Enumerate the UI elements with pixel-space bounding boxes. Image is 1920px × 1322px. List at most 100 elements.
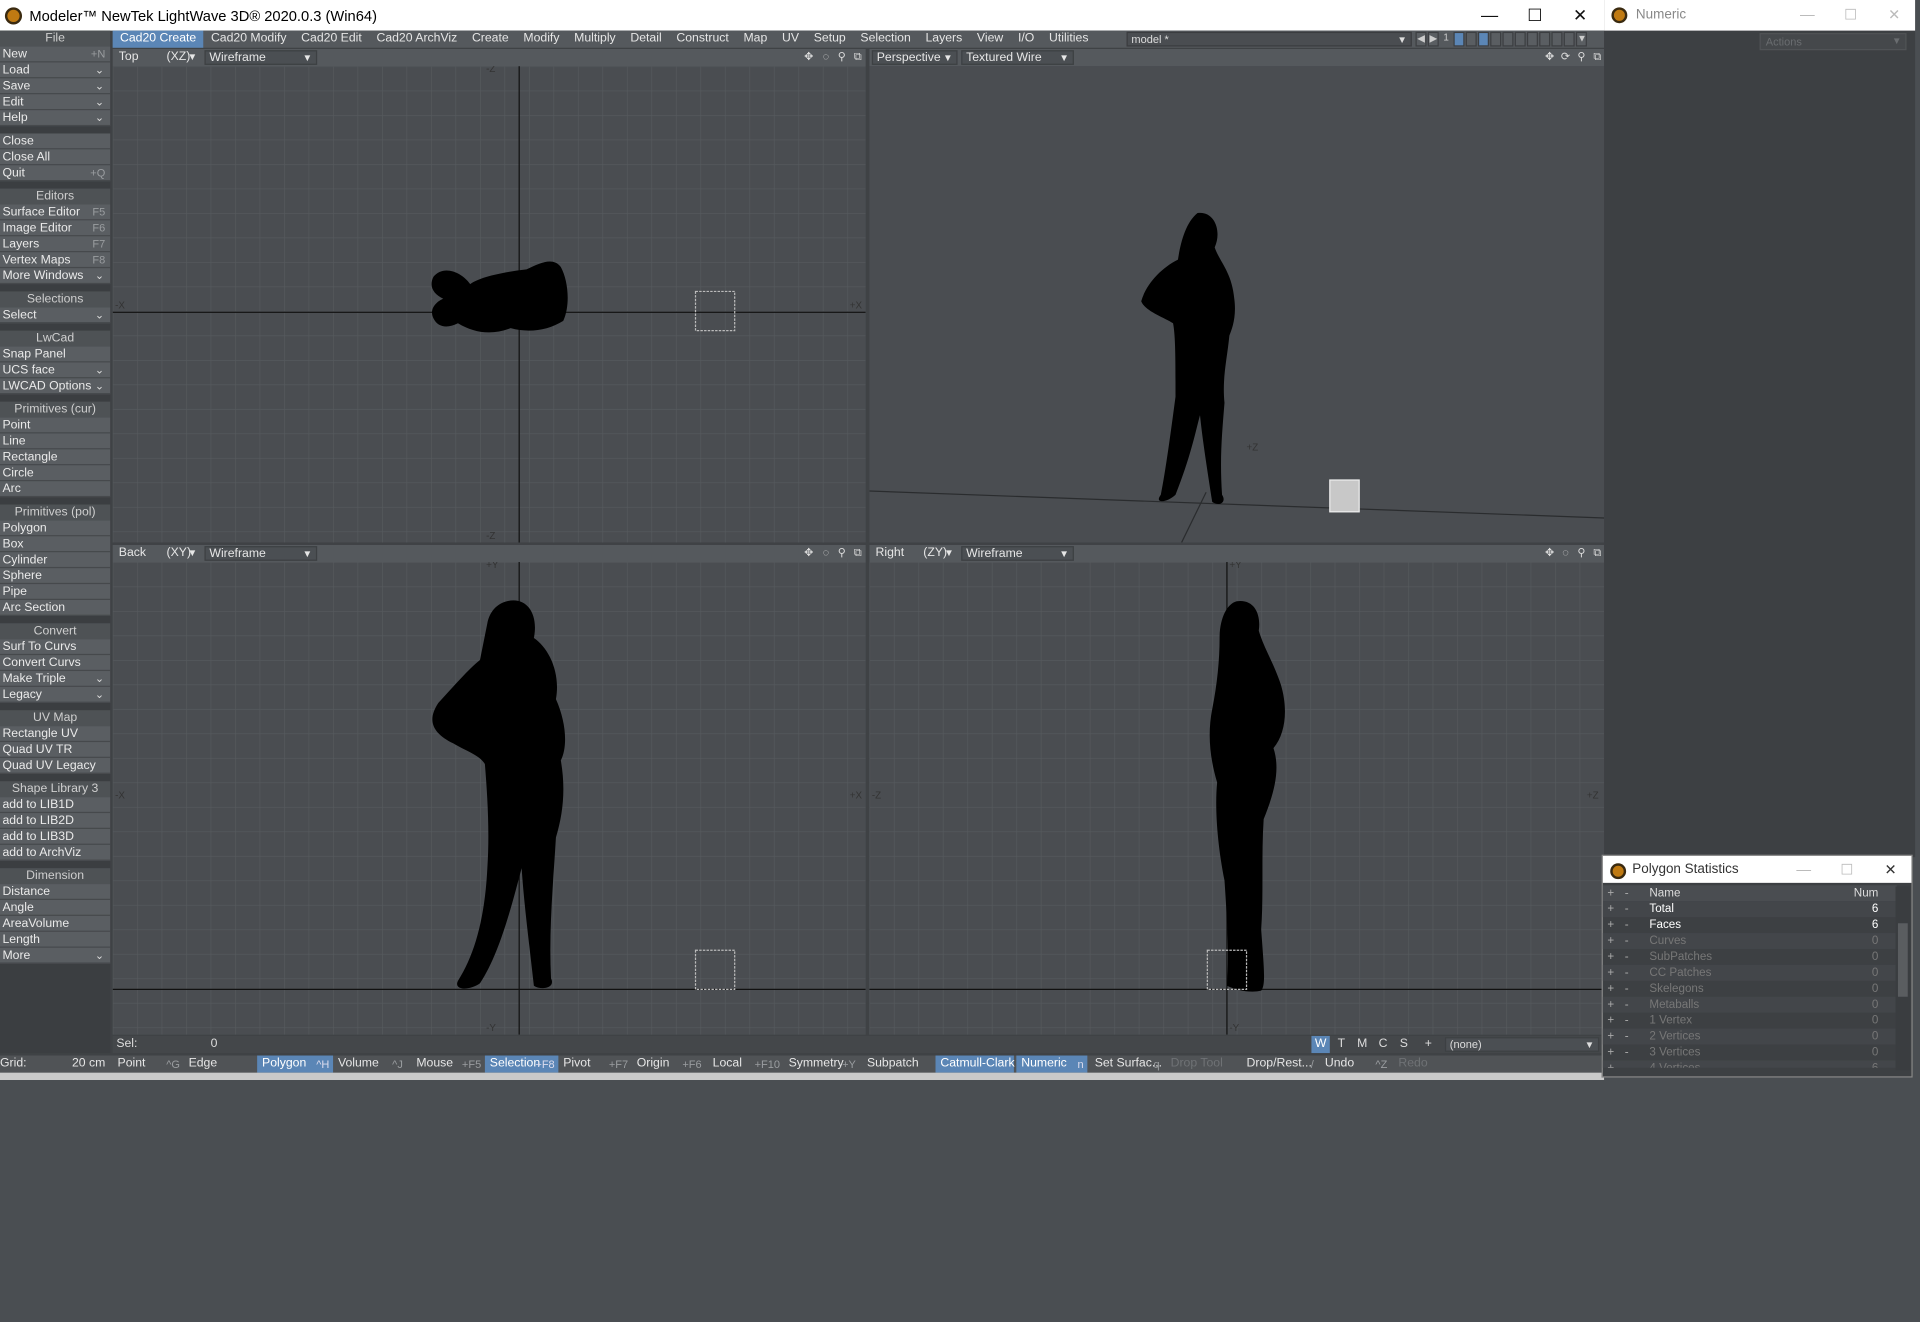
- cylinder-button[interactable]: Cylinder: [0, 552, 111, 569]
- point-mode-button[interactable]: Point ^G: [113, 1056, 184, 1073]
- tab-setup[interactable]: Setup: [806, 31, 853, 48]
- texture-toggle[interactable]: T: [1332, 1036, 1350, 1053]
- view-select[interactable]: Back (XY) ▼: [115, 546, 201, 561]
- tab-layers[interactable]: Layers: [918, 31, 969, 48]
- table-row[interactable]: + - Curves 0: [1602, 933, 1897, 949]
- lwcad-options-button[interactable]: LWCAD Options ⌄: [0, 378, 111, 395]
- layer-8-button[interactable]: [1539, 31, 1551, 47]
- move-view-icon[interactable]: ✥: [802, 546, 815, 559]
- add-lib2d-button[interactable]: add to LIB2D: [0, 813, 111, 829]
- layer-4-button[interactable]: [1490, 31, 1502, 47]
- minimize-button[interactable]: —: [1800, 0, 1815, 31]
- layer-5-button[interactable]: [1502, 31, 1514, 47]
- tab-io[interactable]: I/O: [1011, 31, 1042, 48]
- polygon-mode-button[interactable]: Polygon ^H: [257, 1055, 334, 1073]
- table-row[interactable]: + - Skelegons 0: [1603, 981, 1897, 997]
- maximize-button[interactable]: ☐: [1840, 856, 1853, 883]
- tab-cad20-edit[interactable]: Cad20 Edit: [294, 31, 369, 48]
- table-row[interactable]: + -1 Vertex 0: [1603, 1013, 1897, 1029]
- tab-cad20-create[interactable]: Cad20 Create: [112, 30, 204, 48]
- drop-tool-button[interactable]: Drop Tool: [1166, 1056, 1239, 1073]
- add-lib3d-button[interactable]: add to LIB3D: [0, 828, 111, 845]
- table-row[interactable]: +-4 Vertices6: [1602, 1060, 1897, 1068]
- selection-set-toggle[interactable]: S: [1395, 1036, 1413, 1053]
- zoom-icon[interactable]: ⚲: [1575, 546, 1588, 559]
- minus-icon[interactable]: -: [1619, 997, 1635, 1013]
- zoom-icon[interactable]: ⚲: [1575, 50, 1588, 63]
- color-toggle[interactable]: C: [1374, 1036, 1392, 1053]
- edge-mode-button[interactable]: Edge: [184, 1056, 255, 1073]
- minus-icon[interactable]: -: [1619, 1013, 1635, 1029]
- load-button[interactable]: Load ⌄: [0, 62, 111, 79]
- plus-icon[interactable]: +: [1603, 1013, 1619, 1029]
- minus-icon[interactable]: -: [1619, 965, 1635, 981]
- local-action-button[interactable]: Local +F10: [708, 1056, 784, 1073]
- vertex-maps-button[interactable]: Vertex Maps F8: [0, 252, 111, 269]
- surf-to-curvs-button[interactable]: Surf To Curvs: [0, 639, 111, 656]
- quad-uv-legacy-button[interactable]: Quad UV Legacy: [0, 757, 111, 774]
- minimize-button[interactable]: —: [1796, 856, 1811, 883]
- quad-uv-tr-button[interactable]: Quad UV TR: [0, 742, 111, 758]
- drop-restore-button[interactable]: Drop/Rest... /: [1242, 1056, 1318, 1073]
- table-row[interactable]: + - Total 6: [1602, 901, 1897, 918]
- rotate-view-icon[interactable]: ◌: [1559, 546, 1572, 559]
- minus-icon[interactable]: -: [1619, 901, 1635, 917]
- plus-icon[interactable]: +: [1603, 901, 1619, 917]
- viewport-perspective[interactable]: Perspective ▼ Textured Wire ▼ ✥ ⟳ ⚲ ⧉ +Z: [869, 48, 1605, 543]
- plus-icon[interactable]: +: [1603, 885, 1619, 901]
- more-button[interactable]: More ⌄: [0, 947, 111, 964]
- add-vmap-button[interactable]: +: [1419, 1036, 1437, 1053]
- plus-icon[interactable]: +: [1603, 949, 1619, 965]
- quit-button[interactable]: Quit +Q: [0, 165, 111, 182]
- more-windows-button[interactable]: More Windows ⌄: [0, 268, 111, 285]
- close-all-button[interactable]: Close All: [0, 149, 111, 166]
- convert-curvs-button[interactable]: Convert Curvs: [0, 655, 111, 672]
- table-row[interactable]: + -2 Vertices 0: [1602, 1028, 1897, 1045]
- layer-6-button[interactable]: [1514, 31, 1526, 47]
- tab-map[interactable]: Map: [736, 31, 775, 48]
- area-volume-button[interactable]: AreaVolume: [0, 915, 111, 932]
- scrollbar-thumb[interactable]: [1897, 923, 1908, 997]
- viewport-back[interactable]: Back (XY) ▼ Wireframe ▼ ✥ ◌ ⚲ ⧉ +Y -X +X -Y: [112, 544, 866, 1035]
- tab-selection[interactable]: Selection: [853, 31, 918, 48]
- minus-icon[interactable]: -: [1619, 1029, 1635, 1045]
- viewport-right[interactable]: Right (ZY) ▼ Wireframe ▼ ✥ ◌ ⚲ ⧉ +Y -Z +Z -…: [869, 544, 1605, 1035]
- layer-next-button[interactable]: ▶: [1427, 31, 1439, 47]
- rectangle-button[interactable]: Rectangle: [0, 449, 111, 466]
- tab-create[interactable]: Create: [465, 31, 516, 48]
- symmetry-button[interactable]: Symmetry +Y: [784, 1056, 860, 1073]
- add-lib1d-button[interactable]: add to LIB1D: [0, 797, 111, 814]
- box-button[interactable]: Box: [0, 536, 111, 553]
- render-mode-select[interactable]: Wireframe ▼: [204, 50, 318, 65]
- maximize-view-icon[interactable]: ⧉: [1591, 546, 1604, 559]
- minus-icon[interactable]: -: [1619, 949, 1635, 965]
- polystats-scrollbar[interactable]: [1895, 886, 1911, 1071]
- polygon-button[interactable]: Polygon: [0, 520, 111, 537]
- pivot-action-button[interactable]: Pivot +F7: [558, 1056, 631, 1073]
- render-mode-select[interactable]: Wireframe ▼: [204, 546, 318, 561]
- make-triple-button[interactable]: Make Triple ⌄: [0, 671, 111, 687]
- tab-view[interactable]: View: [970, 31, 1011, 48]
- viewport-top[interactable]: Top (XZ) ▼ Wireframe ▼ ✥ ◌ ⚲ ⧉ -Z -X +X -Z: [112, 48, 866, 543]
- render-mode-select[interactable]: Textured Wire ▼: [961, 50, 1074, 65]
- actions-select[interactable]: Actions ▼: [1759, 33, 1907, 51]
- plus-icon[interactable]: +: [1603, 981, 1619, 997]
- close-icon[interactable]: ✕: [1884, 856, 1896, 883]
- layer-menu-button[interactable]: ▼: [1575, 31, 1587, 47]
- table-row[interactable]: + -3 Vertices 0: [1603, 1044, 1897, 1060]
- ucs-face-button[interactable]: UCS face ⌄: [0, 362, 111, 379]
- surface-editor-button[interactable]: Surface Editor F5: [0, 204, 111, 221]
- minus-icon[interactable]: -: [1619, 981, 1635, 997]
- catmull-clark-button[interactable]: Catmull-Clark: [935, 1055, 1015, 1073]
- morph-toggle[interactable]: M: [1353, 1036, 1371, 1053]
- plus-icon[interactable]: +: [1603, 1029, 1619, 1045]
- set-surface-button[interactable]: Set Surfac... q: [1090, 1056, 1163, 1073]
- tab-utilities[interactable]: Utilities: [1042, 31, 1096, 48]
- minus-icon[interactable]: -: [1619, 1044, 1635, 1060]
- table-row[interactable]: + - CC Patches 0: [1602, 964, 1897, 981]
- snap-panel-button[interactable]: Snap Panel: [0, 346, 111, 363]
- edit-button[interactable]: Edit ⌄: [0, 94, 111, 111]
- legacy-button[interactable]: Legacy ⌄: [0, 686, 111, 703]
- redo-button[interactable]: Redo: [1393, 1056, 1464, 1073]
- view-select[interactable]: Perspective ▼: [871, 50, 958, 65]
